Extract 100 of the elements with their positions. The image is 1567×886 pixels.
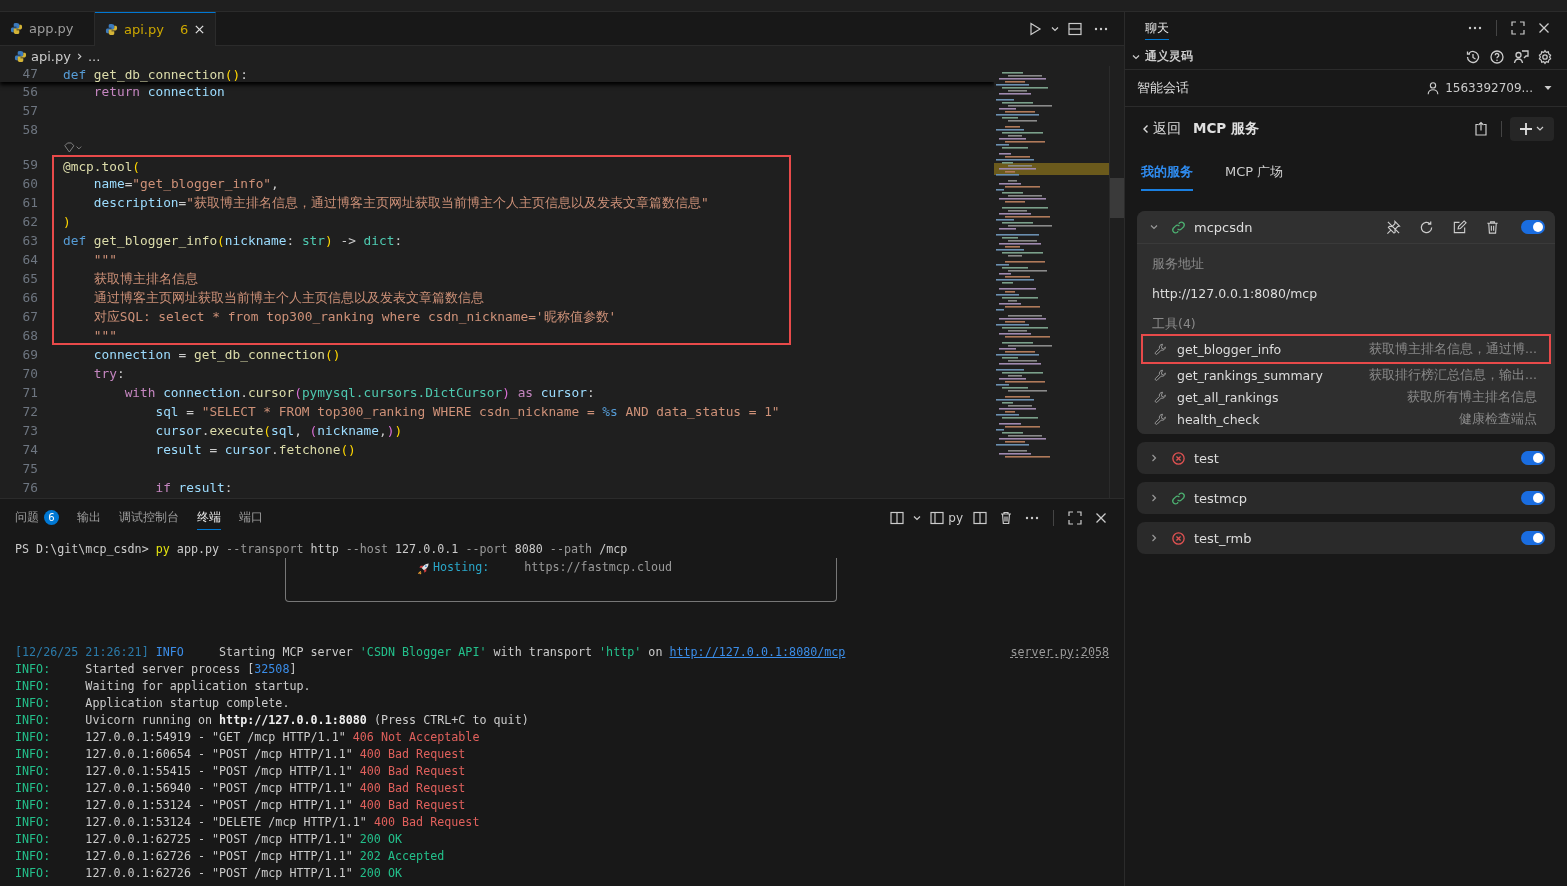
code-line: 获取博主排名信息 — [92, 271, 198, 286]
tool-description: 获取排行榜汇总信息，输出... — [1369, 366, 1537, 384]
run-icon[interactable] — [1027, 20, 1043, 37]
close-icon[interactable] — [194, 23, 206, 35]
chevron-icon[interactable] — [1149, 493, 1159, 503]
error-icon — [1171, 450, 1186, 466]
panel-tab[interactable]: 端口 — [239, 506, 263, 530]
log-line: INFO: 127.0.0.1:60654 - "POST /mcp HTTP/1.1" 400 Bad Request — [15, 746, 466, 763]
source-link[interactable]: server.py:2058 — [1010, 644, 1109, 661]
line-number: 71 — [21, 384, 38, 402]
maximize-icon[interactable] — [1510, 20, 1526, 36]
wrench-icon — [1154, 412, 1167, 426]
file-icon — [105, 22, 118, 36]
chevron-icon[interactable] — [1149, 222, 1159, 232]
code-line: 通过博客主页网址获取当前博主个人主页信息以及发表文章篇数信息 — [92, 290, 484, 305]
code-line: ) — [63, 214, 71, 229]
export-icon[interactable] — [1473, 121, 1489, 137]
line-number: 67 — [21, 308, 38, 326]
code-line: @mcp.tool( — [63, 159, 141, 174]
log-line: INFO: 127.0.0.1:53124 - "POST /mcp HTTP/1.1" 400 Bad Request — [15, 797, 466, 814]
service-tab[interactable]: 我的服务 — [1141, 163, 1193, 191]
back-button[interactable]: 返回 — [1139, 120, 1181, 138]
code-line: if result: — [154, 480, 233, 495]
edit-icon[interactable] — [1452, 219, 1467, 235]
code-line: description="获取博主排名信息，通过博客主页网址获取当前博主个人主页信息以及发表文章篇数信息" — [92, 195, 709, 210]
gem-icon[interactable] — [63, 141, 83, 153]
scrollbar-thumb[interactable] — [1110, 178, 1124, 218]
caret-icon[interactable] — [912, 513, 923, 523]
line-number: 70 — [21, 365, 38, 383]
code-line: name="get_blogger_info", — [92, 176, 279, 191]
help-icon[interactable] — [1489, 48, 1505, 65]
line-number: 69 — [21, 346, 38, 364]
settings-icon[interactable] — [1537, 48, 1553, 65]
panel-tab[interactable]: 问题 6 — [15, 506, 59, 530]
feedback-icon[interactable] — [1513, 48, 1529, 65]
chevron-icon[interactable] — [1149, 453, 1159, 463]
log-line: INFO: 127.0.0.1:62726 - "POST /mcp HTTP/1.1" 200 OK — [15, 865, 403, 882]
trash-icon[interactable] — [1485, 219, 1500, 235]
breadcrumb-item[interactable]: ... — [87, 48, 101, 64]
line-number: 76 — [21, 479, 38, 497]
maximize-icon[interactable] — [1067, 510, 1083, 526]
tool-description: 健康检查端点 — [1459, 410, 1537, 428]
toggle-switch[interactable] — [1521, 220, 1545, 234]
line-number: 57 — [21, 102, 38, 120]
trash-icon[interactable] — [998, 510, 1014, 526]
pin-icon[interactable] — [1386, 219, 1401, 235]
log-line: INFO: 127.0.0.1:62725 - "POST /mcp HTTP/1.1" 200 OK — [15, 831, 403, 848]
section-title[interactable]: 通义灵码 — [1145, 49, 1193, 64]
code-line: def get_db_connection(): — [62, 66, 248, 84]
editor-tab[interactable]: api.py 6 — [95, 11, 217, 46]
service-address: http://127.0.0.1:8080/mcp — [1151, 285, 1319, 303]
line-number: 75 — [21, 460, 38, 478]
layout-icon[interactable] — [889, 510, 906, 526]
tool-name: health_check — [1177, 411, 1260, 427]
log-line: INFO: Application startup complete. — [15, 695, 290, 712]
terminal-button[interactable]: py — [924, 510, 963, 526]
line-number: 60 — [21, 175, 38, 193]
panel-tab[interactable]: 调试控制台 — [119, 506, 179, 530]
line-number: 59 — [21, 156, 38, 174]
chevron-icon — [1141, 124, 1151, 134]
page-title: MCP 服务 — [1193, 120, 1259, 138]
history-icon[interactable] — [1465, 48, 1481, 65]
code-line: """ — [92, 252, 117, 267]
tool-name: get_all_rankings — [1177, 389, 1279, 405]
wrench-icon — [1154, 342, 1167, 356]
link-icon — [1171, 490, 1186, 506]
terminal-icon — [929, 510, 946, 526]
service-tab[interactable]: MCP 广场 — [1225, 163, 1284, 191]
breadcrumb-item[interactable]: api.py — [31, 48, 71, 64]
rocket-icon — [417, 562, 430, 575]
code-line: 对应SQL: select * from top300_ranking where csdn_nickname='昵称值参数' — [92, 309, 617, 324]
refresh-icon[interactable] — [1419, 219, 1434, 235]
chat-tab[interactable]: 聊天 — [1145, 16, 1169, 40]
toggle-switch[interactable] — [1521, 491, 1545, 505]
line-number: 47 — [21, 66, 38, 82]
file-icon — [14, 49, 27, 63]
panel-tab[interactable]: 输出 — [77, 506, 101, 530]
toggle-switch[interactable] — [1521, 531, 1545, 545]
line-number: 65 — [21, 270, 38, 288]
panel-tab[interactable]: 终端 — [197, 506, 221, 530]
log-line: INFO: Waiting for application startup. — [15, 678, 311, 695]
service-name: testmcp — [1194, 490, 1248, 506]
split-terminal-icon[interactable] — [972, 510, 988, 526]
code-line: def get_blogger_info(nickname: str) -> dict: — [63, 233, 403, 248]
add-button[interactable] — [1510, 117, 1554, 141]
chevron-icon[interactable] — [1149, 533, 1159, 543]
split-editor-icon[interactable] — [1067, 20, 1083, 37]
line-number: 68 — [21, 327, 38, 345]
toggle-switch[interactable] — [1521, 451, 1545, 465]
line-number: 62 — [21, 213, 38, 231]
code-line: result = cursor.fetchone() — [154, 442, 356, 457]
line-number: 61 — [21, 194, 38, 212]
file-icon — [10, 22, 23, 35]
log-line: INFO: Started server process [32508] — [15, 661, 297, 678]
line-number: 66 — [21, 289, 38, 307]
user-button[interactable]: 1563392709... — [1426, 81, 1533, 95]
wrench-icon — [1154, 390, 1167, 404]
session-title: 智能会话 — [1137, 79, 1189, 97]
tool-name: get_rankings_summary — [1177, 367, 1323, 383]
line-number: 73 — [21, 422, 38, 440]
